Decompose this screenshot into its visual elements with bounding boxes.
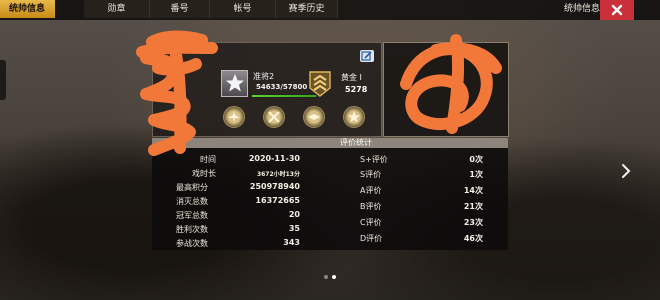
- chevron-right-icon: [622, 164, 631, 178]
- eval-row: C评价 23次: [335, 216, 508, 230]
- stat-row: 冠军总数 20: [152, 209, 335, 223]
- rank-name: 准将2: [253, 72, 275, 81]
- eval-row: D评价 46次: [335, 232, 508, 246]
- tier-name: 黄金 I: [341, 73, 362, 82]
- next-page-arrow[interactable]: [620, 162, 632, 185]
- tier-score: 5278: [345, 85, 368, 94]
- close-icon: [611, 4, 623, 16]
- eagle-medal-icon[interactable]: [303, 106, 325, 128]
- stat-value: 250978940: [249, 182, 300, 191]
- evaluation-title: 评价统计: [340, 138, 372, 147]
- stat-row: 最高积分 250978940: [152, 181, 335, 195]
- eval-value: 21次: [463, 202, 483, 211]
- stat-label: 胜利次数: [176, 225, 208, 234]
- left-edge-handle: [0, 60, 6, 100]
- eval-value: 14次: [463, 186, 483, 195]
- eval-label: S评价: [360, 170, 382, 179]
- stat-label: 冠军总数: [176, 211, 208, 220]
- gold-tier-icon: [309, 71, 331, 97]
- page-indicator: [324, 264, 340, 283]
- stat-label: 消灭总数: [176, 197, 208, 206]
- redaction-scribble-avatar: [136, 30, 218, 156]
- eval-label: B评价: [360, 202, 382, 211]
- eval-row: S评价 1次: [335, 168, 508, 182]
- top-tab-bar: 统帅信息 勋章 番号 帐号 赛季历史 统帅信息: [0, 0, 660, 20]
- eval-value: 46次: [463, 234, 483, 243]
- crossed-swords-icon[interactable]: [263, 106, 285, 128]
- page-dot[interactable]: [332, 275, 336, 279]
- winged-medal-icon[interactable]: [223, 106, 245, 128]
- exp-text: 54633/57800: [256, 83, 308, 91]
- stat-row: 参战次数 343: [152, 237, 335, 251]
- evaluation-panel: 评价统计 S+评价 0次 S评价 1次 A评价 14次 B评价 21次 C评价 …: [335, 138, 508, 250]
- eval-value: 1次: [469, 170, 483, 179]
- eval-label: A评价: [360, 186, 382, 195]
- stat-row: 胜利次数 35: [152, 223, 335, 237]
- stat-row: 消灭总数 16372665: [152, 195, 335, 209]
- stat-value: 20: [288, 210, 300, 219]
- stat-row: 戏时长 3672小时13分: [152, 167, 335, 181]
- eval-label: C评价: [360, 218, 382, 227]
- eval-value: 23次: [463, 218, 483, 227]
- stat-value: 35: [288, 224, 300, 233]
- evaluation-header-bar: 评价统计: [335, 138, 508, 148]
- stat-label: 参战次数: [176, 239, 208, 248]
- stat-value: 343: [283, 238, 300, 247]
- tab-commander-info[interactable]: 统帅信息: [0, 0, 55, 18]
- tab-designation[interactable]: 番号: [150, 0, 210, 18]
- stat-value: 2020-11-30: [248, 154, 300, 163]
- tab-season-history[interactable]: 赛季历史: [276, 0, 338, 18]
- eval-row: A评价 14次: [335, 184, 508, 198]
- eval-label: D评价: [360, 234, 383, 243]
- redaction-scribble-card: [400, 34, 502, 134]
- stat-value: 16372665: [255, 196, 300, 205]
- eval-row: S+评价 0次: [335, 153, 508, 167]
- star-medal-icon[interactable]: [343, 106, 365, 128]
- eval-value: 0次: [469, 155, 483, 164]
- eval-label: S+评价: [360, 155, 388, 164]
- eval-row: B评价 21次: [335, 200, 508, 214]
- header-title: 统帅信息: [563, 4, 600, 14]
- stat-label: 戏时长: [192, 169, 216, 178]
- tab-medals[interactable]: 勋章: [84, 0, 150, 18]
- edit-icon[interactable]: [360, 50, 374, 62]
- page-dot[interactable]: [324, 275, 328, 279]
- close-button[interactable]: [600, 0, 634, 20]
- tab-account[interactable]: 帐号: [210, 0, 276, 18]
- stat-value: 3672小时13分: [256, 171, 300, 178]
- rank-star-icon: [221, 70, 248, 97]
- stat-label: 最高积分: [176, 183, 208, 192]
